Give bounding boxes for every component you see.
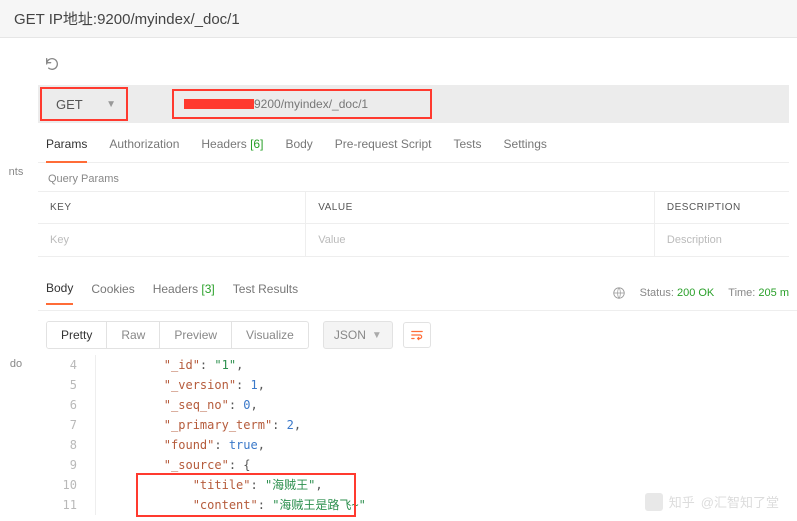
resp-tab-test-results[interactable]: Test Results <box>233 282 298 304</box>
view-preview[interactable]: Preview <box>160 322 232 348</box>
code-line: "_primary_term": 2, <box>106 415 366 435</box>
format-select[interactable]: JSON ▼ <box>323 321 393 349</box>
tab-body[interactable]: Body <box>285 137 312 162</box>
tab-prerequest[interactable]: Pre-request Script <box>335 137 432 162</box>
redacted-host <box>184 99 254 109</box>
request-tabs: Params Authorization Headers [6] Body Pr… <box>38 123 789 163</box>
key-input[interactable]: Key <box>38 224 306 256</box>
format-label: JSON <box>334 328 366 342</box>
response-body: 4567891011 "_id": "1", "_version": 1, "_… <box>38 355 797 515</box>
time-label: Time: 205 m <box>728 287 789 299</box>
chevron-down-icon: ▼ <box>106 99 116 110</box>
watermark-handle: @汇智知了堂 <box>701 492 779 511</box>
tab-tests[interactable]: Tests <box>454 137 482 162</box>
col-key: KEY <box>38 192 306 223</box>
query-params-header: KEY VALUE DESCRIPTION <box>38 192 789 224</box>
zhihu-logo-icon <box>645 493 663 511</box>
col-value: VALUE <box>306 192 655 223</box>
http-method-label: GET <box>56 97 83 112</box>
col-desc: DESCRIPTION <box>655 192 789 223</box>
command-bar: GET IP地址:9200/myindex/_doc/1 <box>0 0 797 38</box>
sidecut-nts: nts <box>0 166 32 178</box>
view-mode-segment: Pretty Raw Preview Visualize <box>46 321 309 349</box>
command-text: GET IP地址:9200/myindex/_doc/1 <box>14 11 240 28</box>
wrap-lines-button[interactable] <box>403 322 431 348</box>
view-visualize[interactable]: Visualize <box>232 322 308 348</box>
resp-tab-headers[interactable]: Headers [3] <box>153 282 215 304</box>
request-bar: GET ▼ 9200/myindex/_doc/1 <box>38 85 789 123</box>
status-label: Status: 200 OK <box>640 287 715 299</box>
tab-params[interactable]: Params <box>46 137 87 163</box>
code-line: "_seq_no": 0, <box>106 395 366 415</box>
desc-input[interactable]: Description <box>655 224 789 256</box>
tab-authorization[interactable]: Authorization <box>109 137 179 162</box>
globe-icon[interactable] <box>612 286 626 300</box>
code-line: "content": "海贼王是路飞~" <box>106 495 366 515</box>
view-pretty[interactable]: Pretty <box>47 322 107 348</box>
resp-tab-cookies[interactable]: Cookies <box>91 282 134 304</box>
line-gutter: 4567891011 <box>38 355 96 515</box>
code-line: "titile": "海贼王", <box>106 475 366 495</box>
view-raw[interactable]: Raw <box>107 322 160 348</box>
code-lines[interactable]: "_id": "1", "_version": 1, "_seq_no": 0,… <box>96 355 366 515</box>
code-line: "_id": "1", <box>106 355 366 375</box>
query-params-title: Query Params <box>38 163 789 192</box>
resp-tab-body[interactable]: Body <box>46 281 73 305</box>
request-url-text: 9200/myindex/_doc/1 <box>254 97 368 111</box>
response-tabs: Body Cookies Headers [3] Test Results St… <box>38 257 797 311</box>
code-line: "_version": 1, <box>106 375 366 395</box>
http-method-select[interactable]: GET ▼ <box>40 87 128 121</box>
body-toolbar: Pretty Raw Preview Visualize JSON ▼ <box>38 311 797 355</box>
request-url-input[interactable]: 9200/myindex/_doc/1 <box>172 89 432 119</box>
reload-icon[interactable] <box>44 56 60 72</box>
watermark-prefix: 知乎 <box>669 492 695 511</box>
chevron-down-icon: ▼ <box>372 330 382 341</box>
tab-headers[interactable]: Headers [6] <box>201 137 263 162</box>
query-params-row: Key Value Description <box>38 224 789 257</box>
code-line: "found": true, <box>106 435 366 455</box>
value-input[interactable]: Value <box>306 224 655 256</box>
tab-settings[interactable]: Settings <box>504 137 547 162</box>
watermark: 知乎 @汇智知了堂 <box>645 492 779 511</box>
code-line: "_source": { <box>106 455 366 475</box>
left-gutter: nts do <box>0 38 32 515</box>
sidecut-do: do <box>0 358 32 370</box>
